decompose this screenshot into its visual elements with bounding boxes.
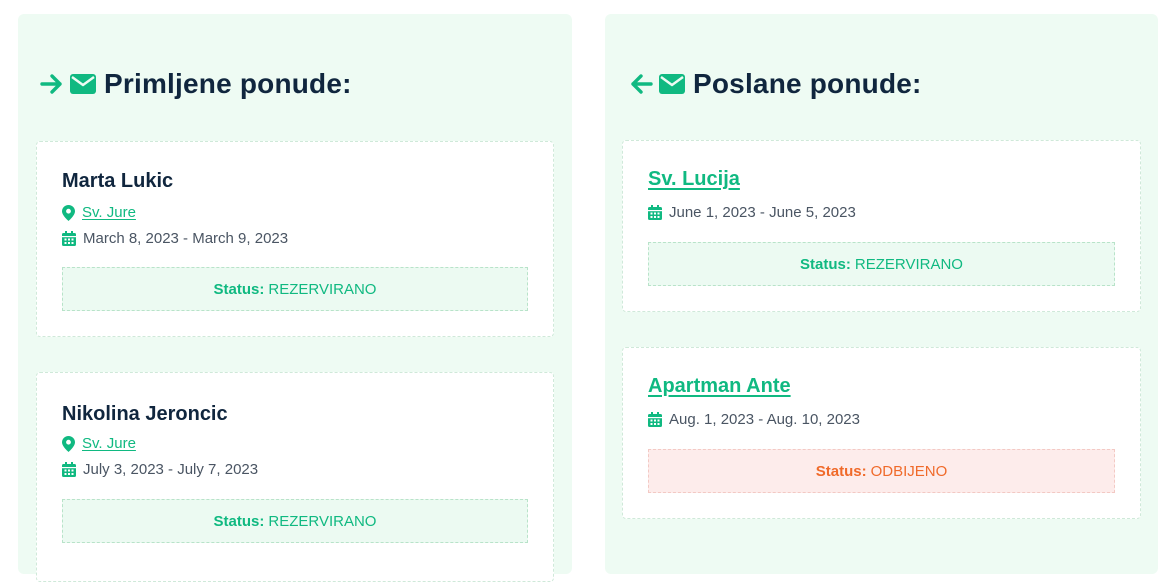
sent-offers-title: Poslane ponude: bbox=[693, 68, 922, 99]
status-value: REZERVIRANO bbox=[854, 255, 963, 273]
guest-name: Nikolina Jeroncic bbox=[62, 403, 228, 425]
status-label: Status: bbox=[815, 462, 867, 480]
status-value: REZERVIRANO bbox=[268, 280, 377, 298]
status-badge: Status: REZERVIRANO bbox=[62, 267, 528, 311]
guest-name: Marta Lukic bbox=[62, 170, 174, 192]
received-offer-card: Nikolina Jeroncic Sv. Jure July 3, 2023 … bbox=[36, 372, 554, 582]
received-offers-panel: Primljene ponude: Marta Lukic Sv. Jure M… bbox=[18, 14, 572, 582]
map-pin-icon bbox=[62, 204, 75, 221]
status-label: Status: bbox=[213, 512, 265, 530]
calendar-icon bbox=[648, 205, 662, 220]
arrow-right-icon bbox=[40, 74, 62, 94]
calendar-icon bbox=[648, 412, 662, 427]
date-range: June 1, 2023 - June 5, 2023 bbox=[669, 204, 856, 221]
location-link[interactable]: Sv. Jure bbox=[82, 204, 136, 221]
sent-offers-heading: Poslane ponude: bbox=[629, 68, 922, 100]
date-row: July 3, 2023 - July 7, 2023 bbox=[62, 461, 258, 478]
date-range: March 8, 2023 - March 9, 2023 bbox=[83, 230, 289, 247]
calendar-icon bbox=[62, 231, 76, 246]
status-label: Status: bbox=[800, 255, 851, 273]
sent-offer-card: Sv. Lucija June 1, 2023 - June 5, 2023 S… bbox=[622, 140, 1141, 312]
date-range: Aug. 1, 2023 - Aug. 10, 2023 bbox=[669, 411, 860, 428]
status-badge: Status: ODBIJENO bbox=[648, 449, 1115, 493]
status-badge: Status: REZERVIRANO bbox=[62, 499, 528, 543]
date-row: March 8, 2023 - March 9, 2023 bbox=[62, 230, 288, 247]
status-value: ODBIJENO bbox=[870, 462, 948, 480]
date-row: June 1, 2023 - June 5, 2023 bbox=[648, 204, 856, 221]
location-row: Sv. Jure bbox=[62, 204, 136, 221]
envelope-icon bbox=[659, 74, 685, 94]
received-offers-title: Primljene ponude: bbox=[104, 68, 352, 99]
status-label: Status: bbox=[213, 280, 265, 298]
status-value: REZERVIRANO bbox=[268, 512, 377, 530]
property-link[interactable]: Apartman Ante bbox=[648, 375, 791, 398]
location-link[interactable]: Sv. Jure bbox=[82, 435, 136, 452]
location-row: Sv. Jure bbox=[62, 435, 136, 452]
date-row: Aug. 1, 2023 - Aug. 10, 2023 bbox=[648, 411, 860, 428]
map-pin-icon bbox=[62, 435, 75, 452]
status-badge: Status: REZERVIRANO bbox=[648, 242, 1115, 286]
received-offers-heading: Primljene ponude: bbox=[40, 68, 352, 100]
calendar-icon bbox=[62, 462, 76, 477]
property-link[interactable]: Sv. Lucija bbox=[648, 168, 740, 191]
received-offer-card: Marta Lukic Sv. Jure March 8, 2023 - Mar… bbox=[36, 141, 554, 337]
sent-offers-panel: Poslane ponude: Sv. Lucija June 1, 2023 … bbox=[605, 14, 1158, 574]
envelope-icon bbox=[70, 74, 96, 94]
arrow-left-icon bbox=[631, 74, 653, 94]
sent-offer-card: Apartman Ante Aug. 1, 2023 - Aug. 10, 20… bbox=[622, 347, 1141, 519]
date-range: July 3, 2023 - July 7, 2023 bbox=[83, 461, 259, 478]
